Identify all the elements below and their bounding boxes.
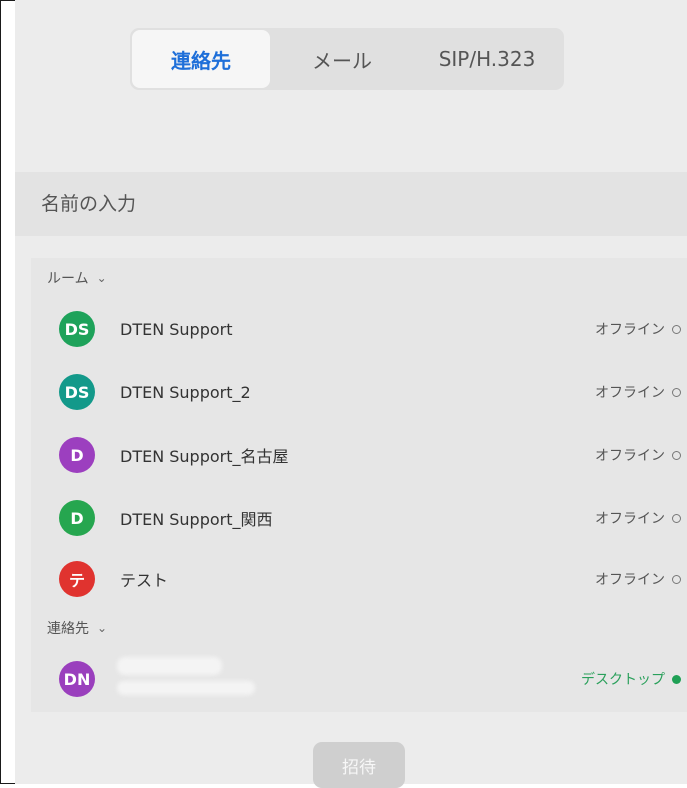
status-text: オフライン xyxy=(595,385,665,401)
room-name: DTEN Support xyxy=(120,319,233,339)
room-name: DTEN Support_2 xyxy=(120,382,251,402)
list-item-room[interactable]: テ テスト オフライン xyxy=(31,555,687,603)
room-name: DTEN Support_関西 xyxy=(120,510,273,529)
tab-bar: 連絡先 メール SIP/H.323 xyxy=(130,28,564,90)
offline-status-icon xyxy=(672,324,681,334)
offline-status-icon xyxy=(672,574,681,584)
redacted-contact-email xyxy=(117,681,255,695)
offline-status-icon xyxy=(672,387,681,397)
avatar: D xyxy=(59,437,95,473)
avatar: DS xyxy=(59,374,95,410)
contact-list: ルーム ⌄ DS DTEN Support オフライン DS DTEN Supp… xyxy=(31,258,687,712)
online-status-icon xyxy=(672,674,681,684)
name-search-input[interactable] xyxy=(15,192,687,216)
redacted-contact-name xyxy=(117,657,222,675)
room-name: テスト xyxy=(120,571,169,590)
status-badge: オフライン xyxy=(595,508,681,528)
list-item-room[interactable]: D DTEN Support_関西 オフライン xyxy=(31,494,687,542)
search-bar xyxy=(15,172,687,236)
status-text: オフライン xyxy=(595,572,665,588)
redacted-contact-details xyxy=(31,657,331,701)
status-text: デスクトップ xyxy=(581,672,665,688)
section-rooms-label: ルーム xyxy=(47,271,89,287)
status-text: オフライン xyxy=(595,322,665,338)
avatar: D xyxy=(59,500,95,536)
status-text: オフライン xyxy=(595,448,665,464)
offline-status-icon xyxy=(672,513,681,523)
list-item-room[interactable]: D DTEN Support_名古屋 オフライン xyxy=(31,431,687,479)
status-badge: デスクトップ xyxy=(581,669,681,689)
chevron-down-icon: ⌄ xyxy=(96,271,107,285)
list-item-room[interactable]: DS DTEN Support オフライン xyxy=(31,305,687,353)
status-text: オフライン xyxy=(595,511,665,527)
section-contacts-label: 連絡先 xyxy=(47,621,89,637)
section-rooms-header[interactable]: ルーム ⌄ xyxy=(47,268,107,288)
tab-sip-h323[interactable]: SIP/H.323 xyxy=(412,28,562,90)
status-badge: オフライン xyxy=(595,569,681,589)
tab-contacts[interactable]: 連絡先 xyxy=(132,30,270,88)
list-item-contact[interactable]: DN デスクトップ xyxy=(31,655,687,703)
room-name: DTEN Support_名古屋 xyxy=(120,447,289,466)
invite-button[interactable]: 招待 xyxy=(313,742,405,788)
avatar: DS xyxy=(59,311,95,347)
avatar: テ xyxy=(59,561,95,597)
offline-status-icon xyxy=(672,450,681,460)
list-item-room[interactable]: DS DTEN Support_2 オフライン xyxy=(31,368,687,416)
tab-mail[interactable]: メール xyxy=(272,28,412,90)
status-badge: オフライン xyxy=(595,319,681,339)
chevron-down-icon: ⌄ xyxy=(97,621,108,635)
status-badge: オフライン xyxy=(595,445,681,465)
section-contacts-header[interactable]: 連絡先 ⌄ xyxy=(47,618,107,638)
status-badge: オフライン xyxy=(595,382,681,402)
